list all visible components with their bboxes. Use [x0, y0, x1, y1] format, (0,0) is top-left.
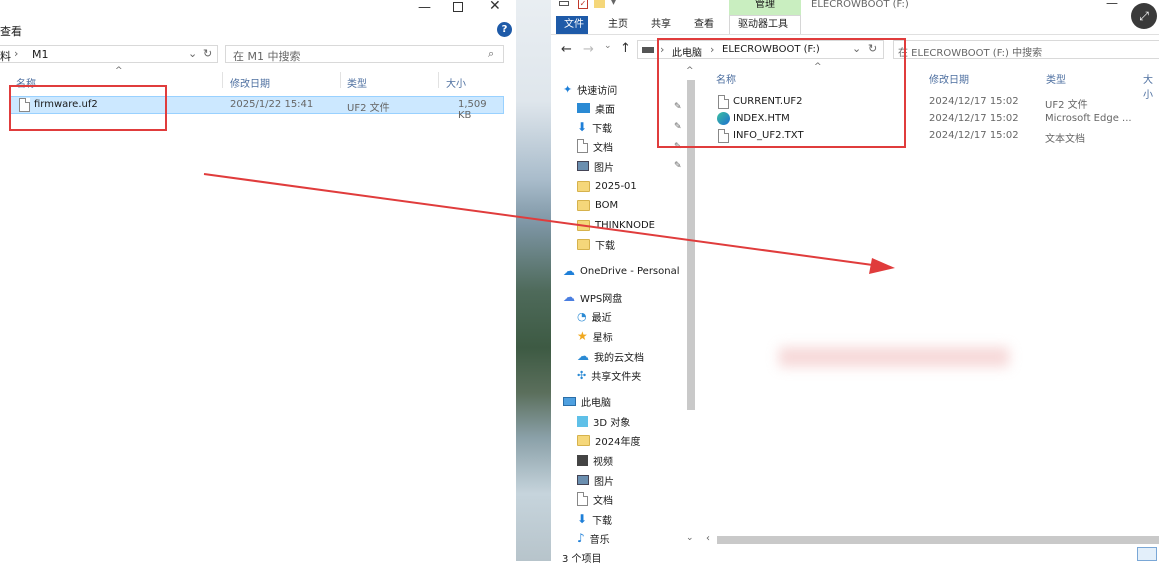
annotation-arrow [203, 173, 895, 274]
expand-icon[interactable]: ⤢ [1131, 3, 1157, 29]
arrow-head [869, 258, 895, 274]
arrow-line [203, 173, 881, 267]
